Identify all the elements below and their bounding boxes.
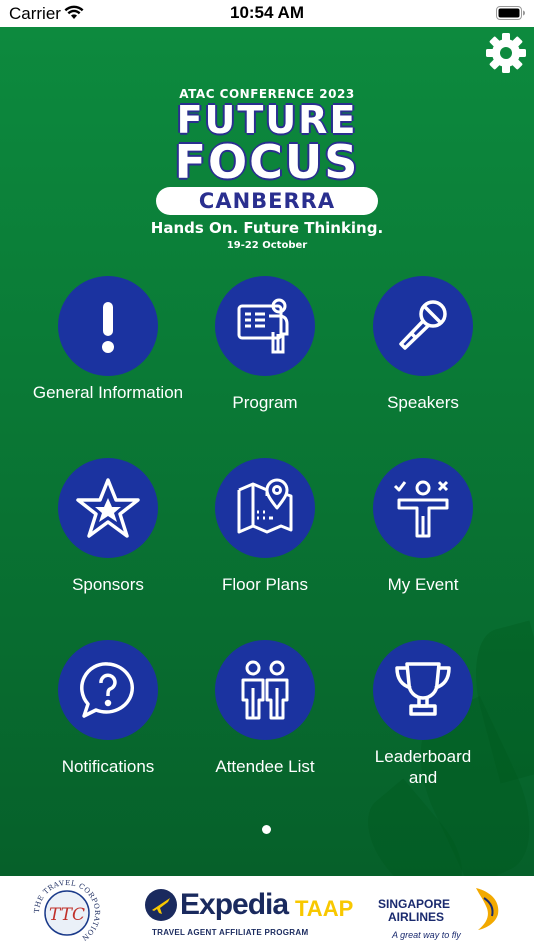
page-indicator-dot[interactable] [262,825,271,834]
people-icon [215,640,315,740]
logo-line-focus: FOCUS [174,135,360,189]
microphone-icon [373,276,473,376]
expedia-subtitle: TRAVEL AGENT AFFILIATE PROGRAM [152,928,309,937]
strategy-person-icon [373,458,473,558]
presentation-icon [215,276,315,376]
singapore-airlines-logo[interactable]: SINGAPORE AIRLINES A great way to fly [376,884,508,946]
menu-sponsors[interactable]: Sponsors [28,458,188,595]
expedia-wordmark: Expedia [180,888,289,921]
menu-label: Notifications [61,757,155,776]
menu-label: Attendee List [215,757,315,776]
menu-leaderboard[interactable]: Leaderboard and [343,640,503,788]
sia-wordmark: SINGAPORE AIRLINES [378,897,451,924]
gear-icon [486,33,526,73]
sia-bird-icon [476,888,499,930]
menu-program[interactable]: Program [185,276,345,413]
sponsor-bar: THE TRAVEL CORPORATION TTC Expedia TAAP … [0,876,534,950]
taap-wordmark: TAAP [295,896,354,921]
menu-label: Program [232,393,298,412]
conference-logo: ATAC CONFERENCE 2023 FUTURE FOCUS CANBER… [0,87,534,251]
menu-label: Speakers [387,393,459,412]
home-screen: ATAC CONFERENCE 2023 FUTURE FOCUS CANBER… [0,27,534,876]
status-time: 10:54 AM [229,3,304,22]
logo-tagline: Hands On. Future Thinking. [150,219,384,237]
menu-floor-plans[interactable]: Floor Plans [185,458,345,595]
map-pin-icon [215,458,315,558]
expedia-taap-logo[interactable]: Expedia TAAP TRAVEL AGENT AFFILIATE PROG… [142,884,356,944]
menu-label: Leaderboard and [374,747,472,787]
status-bar: Carrier 10:54 AM [0,0,534,27]
plane-icon [145,889,177,921]
logo-city-pill: CANBERRA [156,187,378,215]
menu-my-event[interactable]: My Event [343,458,503,595]
menu-label: General Information [32,383,184,402]
settings-button[interactable] [484,31,528,75]
menu-general-information[interactable]: General Information [28,276,188,403]
ttc-mark: TTC [49,905,85,925]
trophy-icon [373,640,473,740]
exclamation-icon [58,276,158,376]
question-bubble-icon [58,640,158,740]
logo-dates: 19-22 October [226,240,308,251]
logo-line-future: FUTURE [176,98,358,142]
menu-label: My Event [387,575,459,594]
battery-icon [496,6,525,20]
menu-speakers[interactable]: Speakers [343,276,503,413]
ttc-logo[interactable]: THE TRAVEL CORPORATION TTC [30,879,104,946]
menu-notifications[interactable]: Notifications [28,640,188,777]
menu-label: Floor Plans [222,575,308,594]
sia-tagline: A great way to fly [392,930,461,940]
menu-attendee-list[interactable]: Attendee List [185,640,345,777]
star-icon [58,458,158,558]
menu-label: Sponsors [72,575,144,594]
